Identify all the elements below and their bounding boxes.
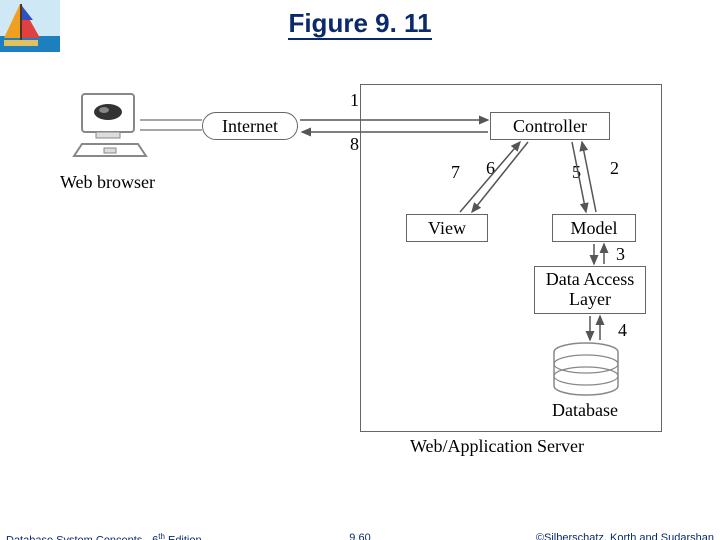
footer-th: th: [158, 532, 165, 540]
title-prefix: Figure: [288, 8, 367, 38]
title-number: 9. 11: [375, 8, 431, 38]
diagram-arrows: [60, 80, 680, 480]
mvc-diagram: Web browser Internet Controller View Mod…: [60, 80, 680, 480]
footer-book: Database System Concepts - 6th Edition: [6, 532, 202, 540]
footer-book-b: Edition: [165, 535, 202, 540]
footer-page: 9.60: [349, 532, 370, 540]
footer-copyright: ©Silberschatz, Korth and Sudarshan: [536, 532, 714, 540]
footer-book-a: Database System Concepts - 6: [6, 535, 158, 540]
slide-title: Figure 9. 11: [0, 8, 720, 39]
